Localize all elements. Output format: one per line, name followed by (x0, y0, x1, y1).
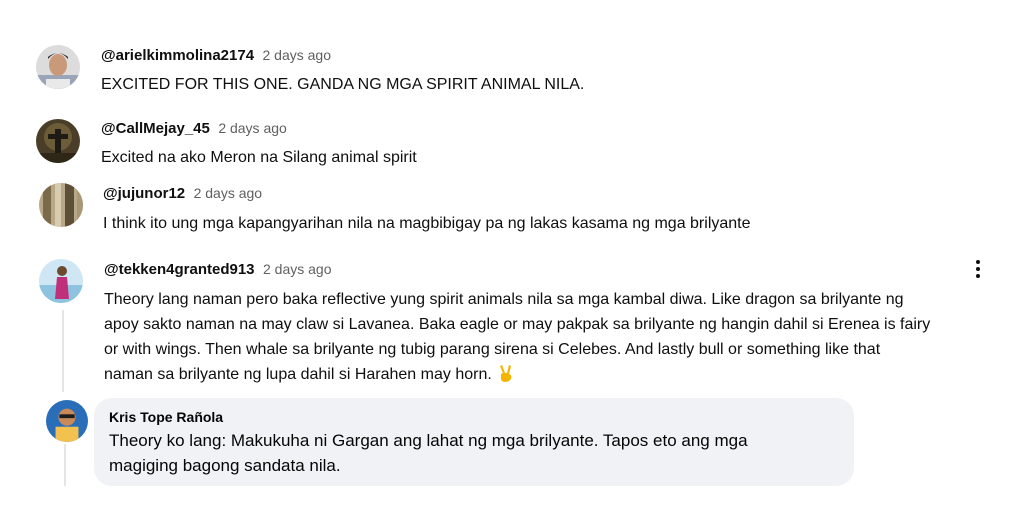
comment-meta: @jujunor12 2 days ago (103, 185, 262, 203)
avatar[interactable] (39, 183, 83, 227)
reply-text-line: Theory ko lang: Makukuha ni Gargan ang l… (109, 431, 748, 450)
avatar-image (46, 400, 88, 442)
avatar[interactable] (36, 119, 80, 163)
comment-text-line: naman sa brilyante ng lupa dahil si Hara… (104, 366, 492, 383)
reply-text: Theory ko lang: Makukuha ni Gargan ang l… (109, 428, 829, 478)
comment-author[interactable]: @tekken4granted913 (104, 261, 255, 278)
reply-text-line: magiging bagong sandata nila. (109, 456, 341, 475)
avatar-image (36, 45, 80, 89)
dot-icon (976, 274, 980, 278)
comment-meta: @arielkimmolina2174 2 days ago (101, 47, 331, 65)
comment-author[interactable]: @arielkimmolina2174 (101, 47, 254, 64)
avatar-image (36, 119, 80, 163)
avatar[interactable] (36, 45, 80, 89)
comment-meta: @CallMejay_45 2 days ago (101, 120, 287, 138)
comment-text: EXCITED FOR THIS ONE. GANDA NG MGA SPIRI… (101, 76, 585, 93)
comment-time[interactable]: 2 days ago (263, 47, 332, 63)
thread-line (62, 310, 64, 392)
dot-icon (976, 267, 980, 271)
comment-text: I think ito ung mga kapangyarihan nila n… (103, 215, 751, 232)
comment-text: Theory lang naman pero baka reflective y… (104, 287, 1004, 387)
comment-text-line: apoy sakto naman na may claw si Lavanea.… (104, 316, 931, 333)
comment-time[interactable]: 2 days ago (263, 261, 332, 277)
reply-bubble: Kris Tope Rañola Theory ko lang: Makukuh… (94, 398, 854, 486)
comment-text-line: Theory lang naman pero baka reflective y… (104, 291, 904, 308)
avatar-image (39, 259, 83, 303)
more-vertical-icon[interactable] (968, 255, 988, 283)
comment-text-line: or with wings. Then whale sa brilyante n… (104, 341, 881, 358)
comment-author[interactable]: @CallMejay_45 (101, 120, 210, 137)
victory-hand-icon (500, 365, 512, 382)
dot-icon (976, 260, 980, 264)
comment-time[interactable]: 2 days ago (218, 120, 287, 136)
reply-avatar[interactable] (46, 400, 88, 442)
comment-meta: @tekken4granted913 2 days ago (104, 261, 331, 279)
reply-author[interactable]: Kris Tope Rañola (109, 409, 223, 425)
comment-text-line-last: naman sa brilyante ng lupa dahil si Hara… (104, 362, 1004, 387)
avatar[interactable] (39, 259, 83, 303)
comment-time[interactable]: 2 days ago (194, 185, 263, 201)
avatar-image (39, 183, 83, 227)
comment-text: Excited na ako Meron na Silang animal sp… (101, 149, 417, 166)
comment-author[interactable]: @jujunor12 (103, 185, 185, 202)
reply-thread-line (64, 444, 66, 486)
